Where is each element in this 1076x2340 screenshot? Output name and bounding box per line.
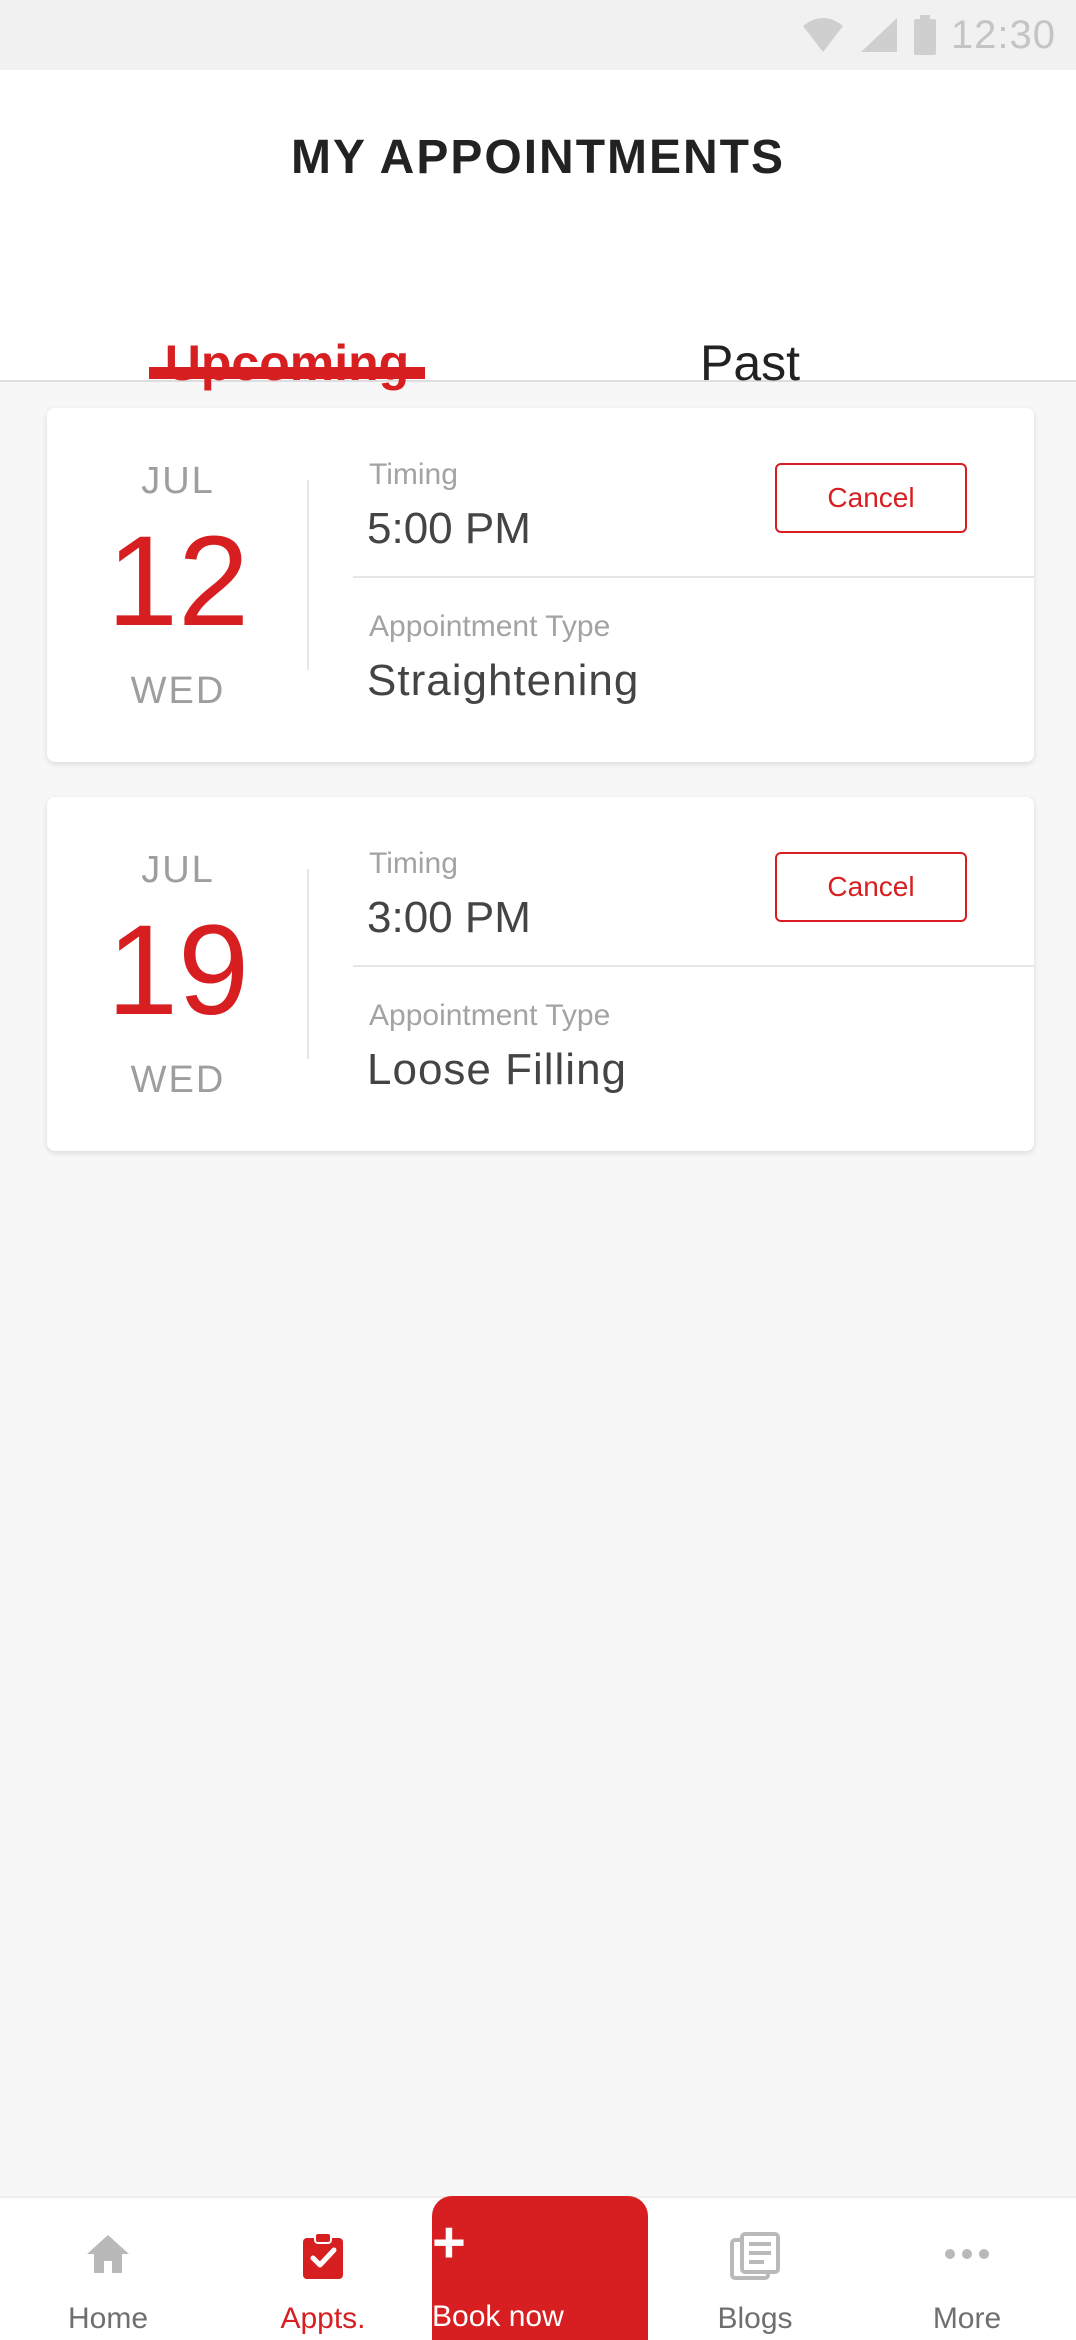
tab-upcoming[interactable]: Upcoming bbox=[148, 260, 426, 388]
app-screen: 12:30 MY APPOINTMENTS Upcoming Past JUL … bbox=[0, 0, 1076, 2340]
appointment-type-value: Straightening bbox=[367, 656, 640, 705]
timing-value: 5:00 PM bbox=[367, 504, 531, 553]
cellular-signal-icon bbox=[860, 18, 897, 52]
nav-more-label: More bbox=[932, 2302, 1002, 2335]
vertical-divider bbox=[307, 480, 309, 670]
nav-blogs[interactable]: Blogs bbox=[672, 2198, 838, 2340]
appointment-type-label: Appointment Type bbox=[369, 999, 611, 1032]
active-tab-indicator bbox=[149, 367, 425, 379]
date-month: JUL bbox=[141, 460, 215, 502]
nav-home-label: Home bbox=[67, 2302, 149, 2335]
stacked-pages-icon bbox=[730, 2232, 780, 2280]
timing-label: Timing bbox=[369, 458, 458, 491]
appointment-date: JUL 19 WED bbox=[47, 797, 309, 1151]
date-day: 12 bbox=[106, 510, 250, 653]
nav-more[interactable]: More bbox=[884, 2198, 1050, 2340]
vertical-divider bbox=[307, 869, 309, 1059]
tab-past[interactable]: Past bbox=[640, 260, 860, 388]
nav-blogs-label: Blogs bbox=[717, 2302, 793, 2335]
book-now-label: Book now bbox=[432, 2300, 564, 2333]
battery-icon bbox=[913, 15, 936, 55]
clock-time: 12:30 bbox=[950, 12, 1056, 57]
date-month: JUL bbox=[141, 849, 215, 891]
appointment-type-value: Loose Filling bbox=[367, 1045, 628, 1094]
timing-value: 3:00 PM bbox=[367, 893, 531, 942]
nav-appointments[interactable]: Appts. bbox=[240, 2198, 406, 2340]
wifi-icon bbox=[802, 18, 843, 52]
nav-appointments-label: Appts. bbox=[280, 2302, 366, 2335]
tab-past-label: Past bbox=[699, 335, 801, 391]
date-weekday: WED bbox=[130, 1059, 226, 1101]
cancel-button[interactable]: Cancel bbox=[775, 463, 967, 533]
date-weekday: WED bbox=[130, 670, 226, 712]
header: MY APPOINTMENTS Upcoming Past bbox=[0, 70, 1076, 388]
appointment-card: JUL 19 WED Timing 3:00 PM Cancel Appoint… bbox=[47, 797, 1034, 1151]
cancel-button[interactable]: Cancel bbox=[775, 852, 967, 922]
page-title: MY APPOINTMENTS bbox=[290, 131, 786, 184]
bottom-navigation: Home Appts. + Book now Blogs More bbox=[0, 2196, 1076, 2340]
timing-label: Timing bbox=[369, 847, 458, 880]
horizontal-divider bbox=[353, 576, 1034, 578]
clipboard-check-icon bbox=[303, 2232, 343, 2279]
more-dots-icon bbox=[945, 2249, 989, 2259]
appointment-type-label: Appointment Type bbox=[369, 610, 611, 643]
book-now-button[interactable]: + Book now bbox=[432, 2196, 648, 2340]
status-bar: 12:30 bbox=[0, 0, 1076, 70]
nav-home[interactable]: Home bbox=[25, 2198, 191, 2340]
appointment-card: JUL 12 WED Timing 5:00 PM Cancel Appoint… bbox=[47, 408, 1034, 762]
plus-icon: + bbox=[432, 2210, 466, 2275]
home-icon bbox=[87, 2235, 129, 2273]
date-day: 19 bbox=[106, 899, 250, 1042]
horizontal-divider bbox=[353, 965, 1034, 967]
appointment-date: JUL 12 WED bbox=[47, 408, 309, 762]
